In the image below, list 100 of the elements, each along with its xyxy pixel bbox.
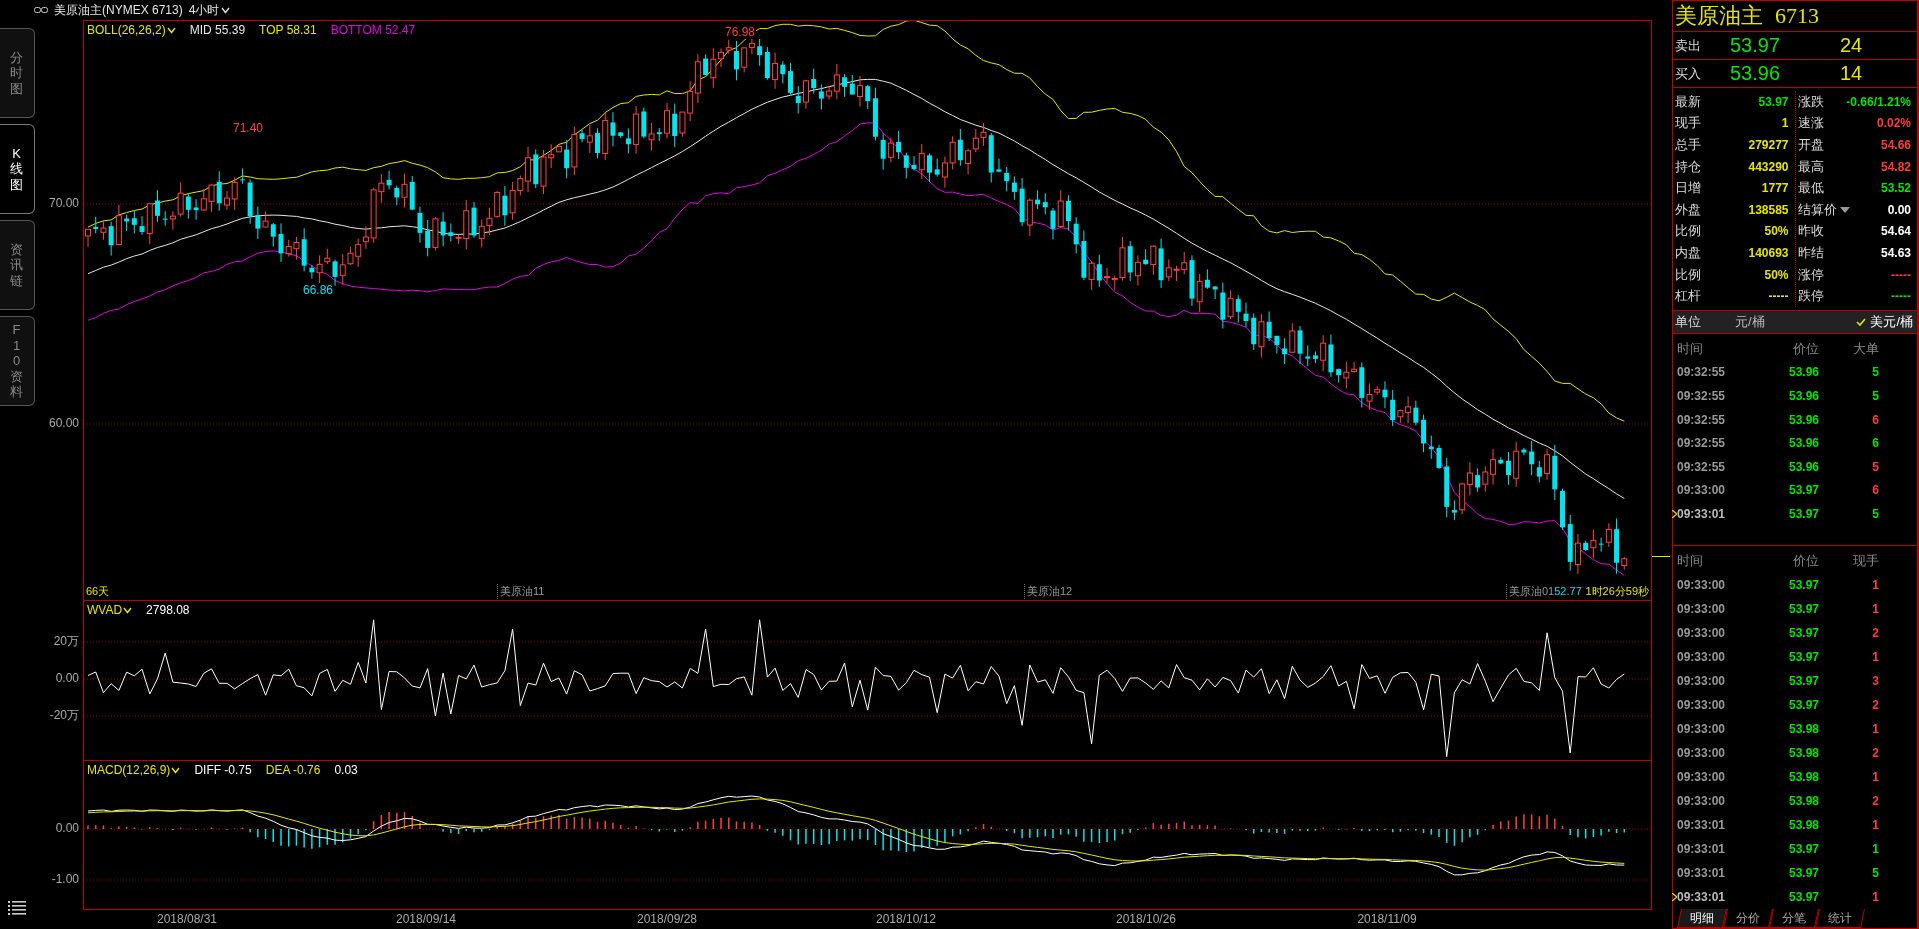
trade-price: 53.97 — [1787, 649, 1819, 664]
order-volume: 14 — [1840, 62, 1863, 85]
stat-value: 54.82 — [1880, 159, 1911, 174]
contract-label: 美原油12 — [1027, 585, 1073, 597]
trade-time: 09:32:55 — [1677, 459, 1726, 474]
trade-price: 53.98 — [1787, 721, 1819, 736]
unit-option[interactable]: 美元/桶 — [1856, 312, 1913, 331]
stat-label: 外盘 — [1675, 200, 1701, 219]
trade-time: 09:32:55 — [1677, 412, 1726, 427]
stat-label: 现手 — [1675, 114, 1701, 133]
trade-volume: 2 — [1871, 697, 1879, 712]
trade-volume: 1 — [1871, 601, 1879, 616]
trade-volume: 1 — [1871, 841, 1879, 856]
stat-label: 比例 — [1675, 222, 1701, 241]
side-tab[interactable]: 分时图 — [0, 28, 35, 118]
stat-value: 138585 — [1748, 202, 1789, 217]
order-price: 53.96 — [1730, 62, 1782, 85]
stat-label: 内盘 — [1675, 243, 1701, 262]
period-dropdown[interactable]: 4小时 — [188, 1, 231, 19]
trade-price: 53.98 — [1787, 793, 1819, 808]
trade-time: 09:33:01 — [1677, 889, 1726, 904]
trade-time: 09:33:00 — [1677, 745, 1726, 760]
stat-value: 140693 — [1748, 245, 1789, 260]
axis-label: 60.00 — [48, 416, 79, 430]
trade-time: 09:33:00 — [1677, 577, 1726, 592]
trade-price: 53.97 — [1787, 483, 1819, 498]
contract-label: 美原油11 — [500, 585, 545, 597]
indicator-dropdown[interactable]: BOLL(26,26,2) — [87, 23, 176, 37]
trade-time: 09:33:01 — [1677, 506, 1726, 521]
column-header: 价位 — [1792, 551, 1819, 570]
stat-label: 最低 — [1797, 179, 1824, 198]
unit-option[interactable]: 元/桶 — [1735, 312, 1765, 331]
column-header: 现手 — [1852, 551, 1879, 570]
order-label: 卖出 — [1675, 36, 1702, 55]
stat-label: 涨停 — [1797, 265, 1824, 284]
side-tab[interactable]: F10资料 — [0, 316, 35, 406]
stat-label: 结算价 — [1797, 200, 1837, 219]
trade-volume: 2 — [1871, 625, 1879, 640]
trade-volume: 6 — [1871, 483, 1879, 498]
trade-time: 09:33:00 — [1677, 649, 1726, 664]
bottom-tab[interactable]: 统计 — [1815, 909, 1865, 928]
legend-value: MID 55.39 — [189, 23, 246, 37]
bottom-tab[interactable]: 分笔 — [1769, 909, 1819, 928]
trade-time: 09:32:55 — [1677, 388, 1726, 403]
bottom-tab[interactable]: 明细 — [1677, 909, 1727, 928]
countdown-timer: 1时26分59秒 — [1585, 584, 1649, 599]
trade-price: 53.98 — [1787, 817, 1819, 832]
trade-time: 09:32:55 — [1677, 436, 1726, 451]
trade-volume: 5 — [1871, 365, 1879, 380]
instrument-code: 6713 — [1775, 3, 1819, 29]
date-label: 2018/10/12 — [875, 912, 937, 926]
trade-volume: 6 — [1871, 436, 1879, 451]
trade-time: 09:33:01 — [1677, 817, 1726, 832]
trade-volume: 2 — [1871, 793, 1879, 808]
stat-label: 杠杆 — [1675, 287, 1701, 306]
trade-price: 53.97 — [1787, 889, 1819, 904]
stat-value: 0.00 — [1887, 202, 1911, 217]
trade-price: 53.96 — [1787, 412, 1819, 427]
order-volume: 24 — [1840, 34, 1863, 57]
trade-volume: 3 — [1871, 673, 1879, 688]
bottom-tab[interactable]: 分价 — [1723, 909, 1773, 928]
legend-value: DEA -0.76 — [265, 763, 321, 777]
axis-label: 20万 — [53, 632, 79, 650]
trade-price: 53.97 — [1787, 697, 1819, 712]
trade-volume: 2 — [1871, 745, 1879, 760]
date-label: 2018/08/31 — [156, 912, 218, 926]
trade-price: 53.96 — [1787, 459, 1819, 474]
trade-volume: 1 — [1871, 889, 1879, 904]
stat-label: 昨收 — [1797, 222, 1824, 241]
price-label: 76.98 — [724, 25, 757, 39]
trade-volume: 1 — [1871, 769, 1879, 784]
date-label: 2018/11/09 — [1357, 912, 1417, 926]
stat-value: 54.63 — [1880, 245, 1911, 260]
stat-value: 279277 — [1748, 138, 1789, 152]
trade-price: 53.97 — [1787, 601, 1819, 616]
side-tab[interactable]: 资讯链 — [0, 220, 35, 310]
order-label: 买入 — [1675, 64, 1702, 83]
trade-price: 53.97 — [1787, 673, 1819, 688]
axis-label: -20万 — [49, 706, 79, 724]
side-tab[interactable]: K线图 — [0, 124, 35, 214]
date-label: 2018/10/26 — [1115, 912, 1177, 926]
indicator-dropdown[interactable]: MACD(12,26,9) — [87, 763, 181, 777]
axis-label: 70.00 — [48, 196, 79, 210]
stat-label: 开盘 — [1797, 136, 1824, 154]
stat-value: 1 — [1781, 116, 1789, 131]
stat-label: 昨结 — [1797, 243, 1824, 262]
order-price: 53.97 — [1730, 34, 1782, 57]
indicator-dropdown[interactable]: WVAD — [87, 603, 133, 617]
stat-label: 涨跌 — [1797, 92, 1824, 111]
price-label: 52.77 — [1554, 585, 1582, 597]
stat-value: ----- — [1891, 267, 1911, 282]
contract-label: 美原油01 — [1509, 585, 1555, 597]
trade-volume: 6 — [1871, 412, 1879, 427]
stat-value: 50% — [1764, 224, 1789, 239]
trade-time: 09:33:00 — [1677, 697, 1726, 712]
trade-time: 09:33:01 — [1677, 841, 1726, 856]
legend-value: BOTTOM 52.47 — [330, 23, 416, 37]
trade-price: 53.97 — [1787, 865, 1819, 880]
legend-value: 0.03 — [334, 763, 358, 777]
axis-label: -1.00 — [51, 872, 79, 886]
